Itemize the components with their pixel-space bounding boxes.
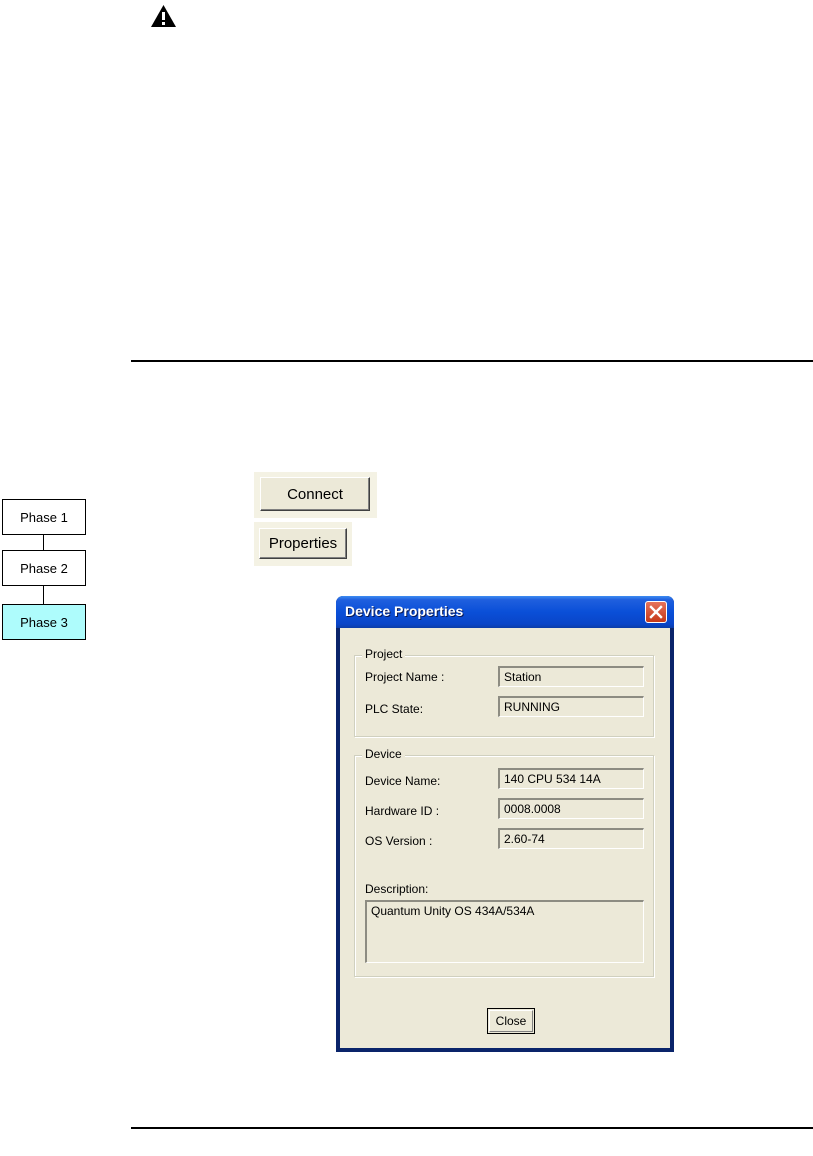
warning-icon bbox=[150, 4, 177, 28]
close-button[interactable]: Close bbox=[487, 1008, 535, 1034]
properties-button[interactable]: Properties bbox=[259, 528, 347, 559]
os-version-field[interactable]: 2.60-74 bbox=[498, 828, 644, 849]
close-button-label: Close bbox=[495, 1014, 527, 1028]
hardware-id-label: Hardware ID : bbox=[365, 804, 440, 818]
connect-button-frame: Connect bbox=[254, 472, 377, 518]
description-field[interactable]: Quantum Unity OS 434A/534A bbox=[365, 900, 644, 963]
connect-button[interactable]: Connect bbox=[260, 477, 370, 511]
phase-connector bbox=[43, 535, 44, 550]
close-icon[interactable] bbox=[645, 601, 667, 623]
phase-connector bbox=[43, 586, 44, 604]
plc-state-field[interactable]: RUNNING bbox=[498, 696, 644, 717]
plc-state-label: PLC State: bbox=[365, 702, 424, 716]
bottom-divider bbox=[131, 1127, 813, 1129]
description-label: Description: bbox=[365, 882, 429, 896]
dialog-body: Project Project Name : Station PLC State… bbox=[340, 628, 670, 1048]
device-properties-dialog: Device Properties Project Project Name :… bbox=[336, 596, 674, 1052]
project-name-field[interactable]: Station bbox=[498, 666, 644, 687]
device-group-legend: Device bbox=[362, 747, 405, 761]
phase-3-box: Phase 3 bbox=[2, 604, 86, 640]
properties-button-frame: Properties bbox=[254, 522, 352, 566]
project-name-label: Project Name : bbox=[365, 670, 445, 684]
hardware-id-field[interactable]: 0008.0008 bbox=[498, 798, 644, 819]
device-name-field[interactable]: 140 CPU 534 14A bbox=[498, 768, 644, 789]
top-divider bbox=[131, 360, 813, 362]
dialog-title: Device Properties bbox=[345, 603, 464, 619]
project-group-legend: Project bbox=[362, 647, 406, 661]
device-name-label: Device Name: bbox=[365, 774, 441, 788]
phase-1-box: Phase 1 bbox=[2, 499, 86, 535]
dialog-title-bar[interactable]: Device Properties bbox=[336, 596, 674, 628]
phase-2-box: Phase 2 bbox=[2, 550, 86, 586]
os-version-label: OS Version : bbox=[365, 834, 433, 848]
